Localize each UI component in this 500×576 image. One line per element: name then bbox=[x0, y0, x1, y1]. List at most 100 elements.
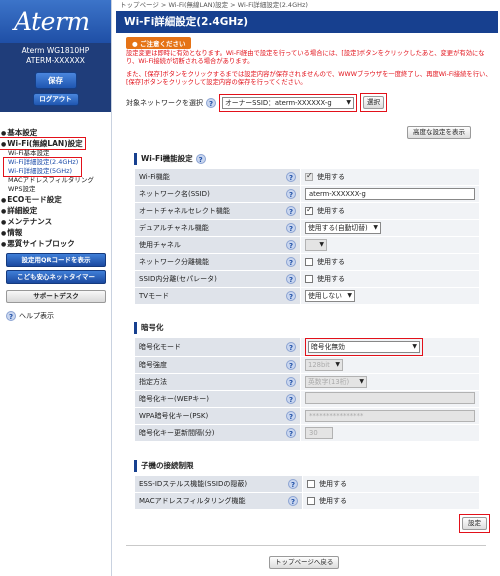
key-method-select[interactable]: 英数字(13桁) ▼ bbox=[305, 376, 367, 388]
row-value: 使用する bbox=[317, 173, 345, 181]
help-icon[interactable]: ? bbox=[286, 342, 296, 352]
help-icon[interactable]: ? bbox=[288, 479, 298, 489]
wep-key-input[interactable] bbox=[305, 392, 475, 404]
channel-select[interactable]: ▼ bbox=[305, 239, 327, 251]
bullet-icon: ● bbox=[1, 241, 7, 248]
menu-label: 詳細設定 bbox=[7, 206, 38, 215]
help-icon[interactable]: ? bbox=[286, 206, 296, 216]
bullet-icon: ● bbox=[1, 230, 7, 237]
support-desk-button[interactable]: サポートデスク bbox=[6, 290, 106, 303]
menu-basic-settings[interactable]: ●基本設定 bbox=[0, 127, 111, 138]
stealth-checkbox[interactable] bbox=[307, 480, 315, 488]
help-icon[interactable]: ? bbox=[286, 257, 296, 267]
sub-mac-filter[interactable]: MACアドレスフィルタリング bbox=[0, 176, 111, 185]
caution-text-2: また、[保存]ボタンをクリックするまでは設定内容が保存されませんので、WWWブラ… bbox=[126, 71, 492, 86]
dual-channel-select[interactable]: 使用する(自動切替) ▼ bbox=[305, 222, 381, 234]
show-advanced-button[interactable]: 高度な設定を表示 bbox=[407, 126, 471, 139]
menu-detail-settings[interactable]: ●詳細設定 bbox=[0, 205, 111, 216]
select-button[interactable]: 選択 bbox=[363, 96, 384, 109]
menu-label: メンテナンス bbox=[7, 217, 53, 226]
kids-timer-button[interactable]: こども安心ネットタイマー bbox=[6, 270, 106, 284]
help-icon[interactable]: ? bbox=[195, 154, 206, 164]
save-button[interactable]: 保存 bbox=[34, 72, 77, 89]
sub-wps[interactable]: WPS設定 bbox=[0, 185, 111, 194]
target-network-label: 対象ネットワークを選択 bbox=[126, 98, 203, 107]
row-label: SSID内分離(セパレータ) bbox=[139, 275, 217, 283]
help-icon[interactable]: ? bbox=[286, 428, 296, 438]
wifi-function-checkbox[interactable] bbox=[305, 171, 313, 181]
encryption-mode-highlight: 暗号化無効 ▼ bbox=[305, 338, 423, 356]
select-button-highlight: 選択 bbox=[360, 93, 387, 112]
target-network-select[interactable]: オーナーSSID：aterm-XXXXXX-g ▼ bbox=[222, 96, 354, 109]
model-name: Aterm WG1810HP bbox=[21, 46, 90, 55]
help-icon[interactable]: ? bbox=[286, 223, 296, 233]
bullet-icon: ● bbox=[1, 197, 7, 204]
chevron-down-icon: ▼ bbox=[359, 378, 364, 385]
help-icon[interactable]: ? bbox=[286, 377, 296, 387]
main-content: トップページ > Wi-Fi(無線LAN)設定 > Wi-Fi詳細設定(2.4G… bbox=[114, 0, 498, 576]
divider bbox=[126, 545, 486, 546]
select-value: 使用しない bbox=[308, 292, 342, 300]
auto-channel-checkbox[interactable] bbox=[305, 205, 313, 215]
help-icon[interactable]: ? bbox=[286, 394, 296, 404]
row-label: ネットワーク名(SSID) bbox=[139, 190, 210, 198]
connection-limit-section-heading: 子機の接続制限 bbox=[134, 460, 480, 472]
help-toggle[interactable]: ? ヘルプ表示 bbox=[6, 311, 111, 321]
help-icon[interactable]: ? bbox=[286, 411, 296, 421]
bullet-icon: ● bbox=[1, 208, 7, 215]
menu-eco-mode[interactable]: ●ECOモード設定 bbox=[0, 194, 111, 205]
help-icon[interactable]: ? bbox=[286, 274, 296, 284]
table-row: ネットワーク分離機能? 使用する bbox=[134, 253, 480, 271]
logout-button[interactable]: ログアウト bbox=[32, 93, 79, 106]
chevron-down-icon: ▼ bbox=[412, 343, 417, 350]
menu-wifi-settings[interactable]: ●Wi-Fi(無線LAN)設定 bbox=[0, 137, 86, 150]
select-value: 暗号化無効 bbox=[311, 343, 345, 351]
table-row: MACアドレスフィルタリング機能? 使用する bbox=[134, 492, 480, 510]
connection-limit-table: ESS-IDステルス機能(SSIDの隠蔽)? 使用する MACアドレスフィルタリ… bbox=[134, 475, 480, 510]
encryption-strength-select[interactable]: 128bit ▼ bbox=[305, 359, 343, 371]
row-label: WPA暗号化キー(PSK) bbox=[139, 412, 209, 420]
row-label: 暗号化キー(WEPキー) bbox=[139, 395, 210, 403]
set-button-highlight: 設定 bbox=[459, 514, 490, 533]
side-menu: ●基本設定 ●Wi-Fi(無線LAN)設定 Wi-Fi基本設定 Wi-Fi詳細設… bbox=[0, 127, 111, 249]
key-interval-input[interactable]: 30 bbox=[305, 427, 333, 439]
help-icon[interactable]: ? bbox=[286, 240, 296, 250]
sub-wifi-basic[interactable]: Wi-Fi基本設定 bbox=[0, 149, 111, 158]
help-icon[interactable]: ? bbox=[286, 291, 296, 301]
encryption-mode-select[interactable]: 暗号化無効 ▼ bbox=[308, 341, 420, 353]
target-network-row: 対象ネットワークを選択 ? オーナーSSID：aterm-XXXXXX-g ▼ 選… bbox=[126, 93, 498, 112]
ssid-input[interactable]: aterm-XXXXXX-g bbox=[305, 188, 475, 200]
device-info: Aterm WG1810HP ATERM-XXXXXX 保存 ログアウト bbox=[0, 43, 111, 112]
chevron-down-icon: ▼ bbox=[347, 292, 352, 299]
help-label: ヘルプ表示 bbox=[19, 312, 54, 320]
help-icon: ? bbox=[6, 311, 16, 321]
help-icon[interactable]: ? bbox=[286, 189, 296, 199]
menu-label: 情報 bbox=[7, 228, 23, 237]
table-row: Wi-Fi機能? 使用する bbox=[134, 168, 480, 186]
sub-wifi-detail-24[interactable]: Wi-Fi詳細設定(2.4GHz) bbox=[4, 158, 78, 167]
ssid-separator-checkbox[interactable] bbox=[305, 275, 313, 283]
menu-site-block[interactable]: ●悪質サイトブロック bbox=[0, 238, 111, 249]
table-row: 使用チャネル? ▼ bbox=[134, 236, 480, 254]
table-row: 指定方法? 英数字(13桁) ▼ bbox=[134, 373, 480, 391]
menu-maintenance[interactable]: ●メンテナンス bbox=[0, 216, 111, 227]
sub-wifi-detail-5[interactable]: Wi-Fi詳細設定(5GHz) bbox=[4, 167, 78, 176]
help-icon[interactable]: ? bbox=[206, 97, 216, 108]
set-button[interactable]: 設定 bbox=[462, 517, 487, 530]
psk-input[interactable]: **************** bbox=[305, 410, 475, 422]
net-separation-checkbox[interactable] bbox=[305, 258, 313, 266]
row-label: 使用チャネル bbox=[139, 241, 181, 249]
help-icon[interactable]: ? bbox=[288, 496, 298, 506]
help-icon[interactable]: ? bbox=[286, 172, 296, 182]
encryption-table: 暗号化モード? 暗号化無効 ▼ 暗号強度? 128bit ▼ 指定方法? 英数字(1… bbox=[134, 337, 480, 442]
mac-filter-checkbox[interactable] bbox=[307, 497, 315, 505]
menu-info[interactable]: ●情報 bbox=[0, 227, 111, 238]
tv-mode-select[interactable]: 使用しない ▼ bbox=[305, 290, 355, 302]
table-row: SSID内分離(セパレータ)? 使用する bbox=[134, 270, 480, 288]
help-icon[interactable]: ? bbox=[286, 360, 296, 370]
back-to-top-button[interactable]: トップページへ戻る bbox=[269, 556, 340, 569]
sidebar: Aterm Aterm WG1810HP ATERM-XXXXXX 保存 ログア… bbox=[0, 0, 112, 576]
qr-code-button[interactable]: 設定用QRコードを表示 bbox=[6, 253, 106, 267]
row-label: Wi-Fi機能 bbox=[139, 173, 170, 181]
device-id: ATERM-XXXXXX bbox=[26, 56, 85, 65]
